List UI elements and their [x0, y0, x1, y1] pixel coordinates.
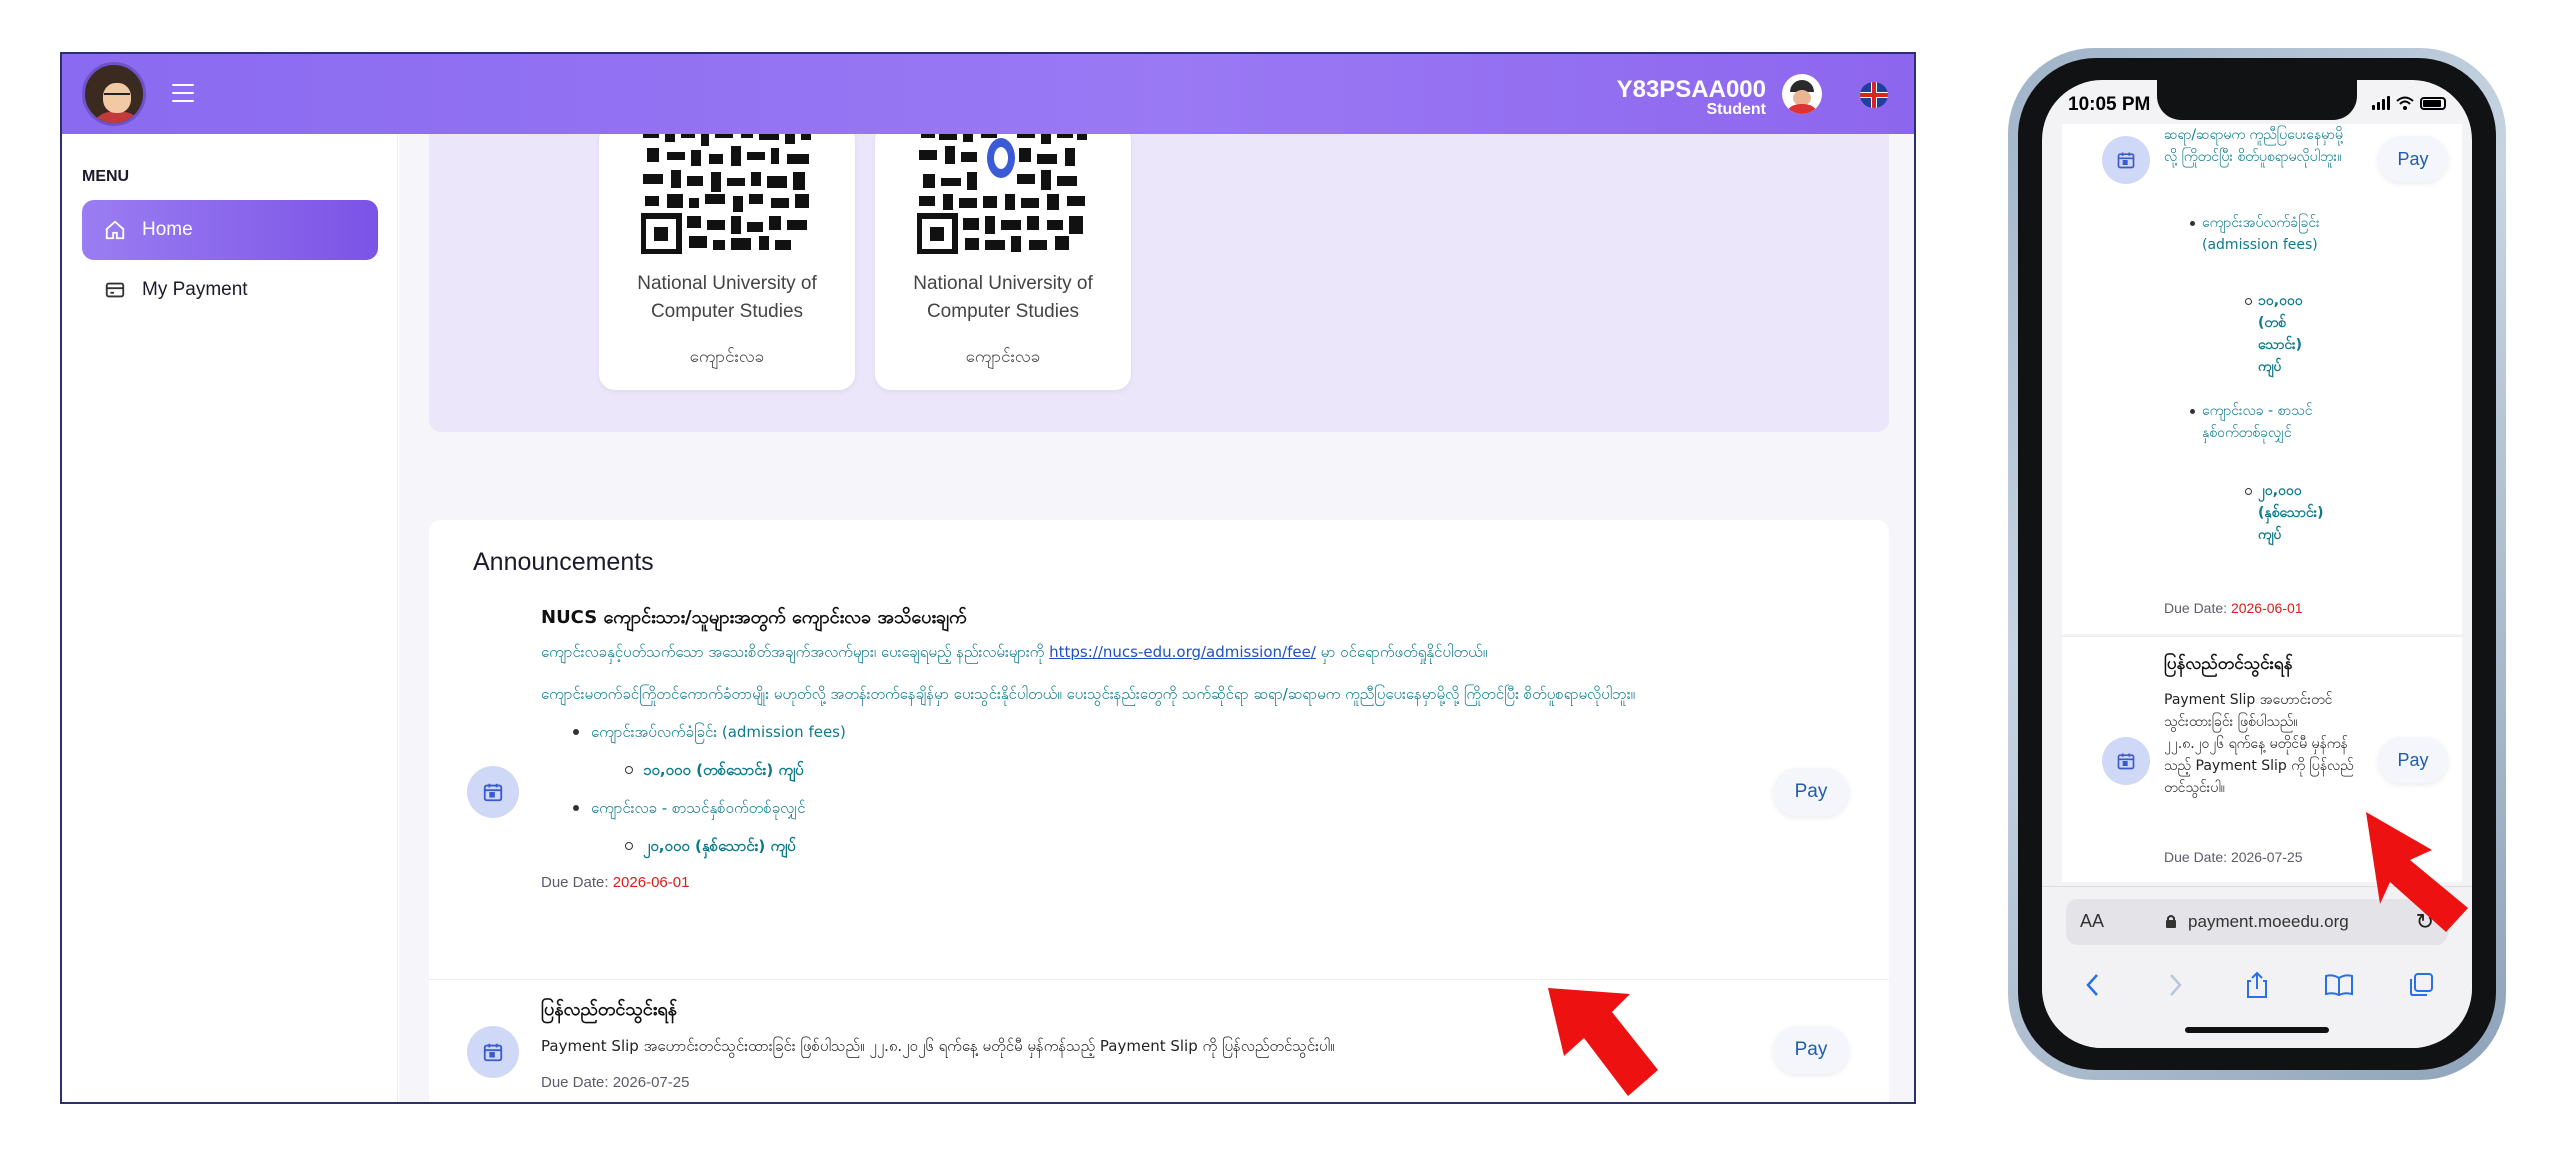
announcements-card: Announcements NUCS ကျောင်းသား/သူများအတွက…: [429, 520, 1889, 1102]
app-logo-avatar[interactable]: [82, 62, 146, 126]
announcement-item: NUCS ကျောင်းသား/သူများအတွက် ကျောင်းလခ အသ…: [429, 604, 1889, 980]
qr-card[interactable]: National University of Computer Studies …: [599, 134, 855, 390]
due-date-label: Due Date:: [2164, 600, 2228, 616]
main-content: National University of Computer Studies …: [399, 134, 1914, 1102]
due-date-value: 2026-07-25: [2230, 849, 2303, 865]
calendar-icon: [467, 1026, 519, 1078]
mobile-announcement-card: ဆရာ/ဆရာမက ကူညီပြပေးနေမှာမို့လို့ ကြိုတင်…: [2062, 124, 2462, 634]
sidebar-item-label: My Payment: [142, 279, 248, 300]
top-bar: Y83PSAA000 Student: [62, 54, 1914, 134]
battery-icon: [2420, 96, 2446, 110]
announcement-heading: ပြန်လည်တင်သွင်းရန်: [2164, 654, 2293, 674]
user-role: Student: [1706, 101, 1766, 118]
status-icons: [2372, 96, 2446, 110]
sidebar-item-my-payment[interactable]: My Payment: [82, 260, 378, 320]
wifi-icon: [2396, 96, 2414, 110]
qr-card-name: National University of Computer Studies: [913, 273, 1093, 322]
announcement-paragraph: ကျောင်းလခနှင့်ပတ်သက်သော အသေးစိတ်အချက်အလက…: [541, 640, 1721, 664]
pay-button[interactable]: Pay: [2378, 136, 2448, 182]
due-date-label: Due Date:: [541, 1074, 609, 1091]
qr-code-image: [917, 134, 1089, 254]
sidebar: MENU Home My Payment: [62, 134, 398, 1102]
sidebar-item-label: Home: [142, 219, 193, 240]
pay-button[interactable]: Pay: [2378, 737, 2448, 783]
due-date-value: 2026-06-01: [612, 874, 690, 891]
announcement-body: NUCS ကျောင်းသား/သူများအတွက် ကျောင်းလခ အသ…: [541, 604, 1721, 894]
bookmarks-icon[interactable]: [2319, 965, 2359, 1005]
share-icon[interactable]: [2237, 965, 2277, 1005]
hamburger-menu-icon[interactable]: [172, 84, 194, 102]
list-item: ကျောင်းလခ - စာသင်နှစ်ဝက်တစ်ခုလျှင်: [573, 796, 1721, 820]
list-item: ကျောင်းအပ်လက်ခံခြင်း (admission fees): [573, 720, 1721, 744]
red-arrow-annotation: [2366, 812, 2468, 932]
paragraph-text: ကျောင်းလခနှင့်ပတ်သက်သော အသေးစိတ်အချက်အလက…: [541, 643, 1045, 661]
announcements-title: Announcements: [473, 548, 654, 576]
status-time: 10:05 PM: [2068, 94, 2151, 115]
list-item-sub: ၂၀,၀၀၀ (နှစ်သောင်း) ကျပ်: [625, 834, 1721, 858]
calendar-icon: [2102, 136, 2150, 184]
due-date: Due Date: 2026-06-01: [541, 872, 1721, 894]
list-item: ကျောင်းအပ်လက်ခံခြင်း (admission fees): [2190, 212, 2342, 256]
fee-info-link[interactable]: https://nucs-edu.org/admission/fee/: [1049, 643, 1316, 661]
announcement-item: ပြန်လည်တင်သွင်းရန် Payment Slip အဟောင်းတ…: [429, 980, 1889, 1102]
announcement-paragraph: Payment Slip အဟောင်းတင်သွင်းထားခြင်း ဖြစ…: [2164, 692, 2354, 796]
calendar-icon: [467, 766, 519, 818]
language-flag-icon[interactable]: [1860, 82, 1888, 108]
desktop-window: Y83PSAA000 Student MENU Home My Payment: [60, 52, 1916, 1104]
menu-label: MENU: [82, 168, 130, 185]
qr-card-fee-type: ကျောင်းလခ: [689, 347, 765, 367]
announcement-paragraph: ဆရာ/ဆရာမက ကူညီပြပေးနေမှာမို့လို့ ကြိုတင်…: [2164, 127, 2343, 165]
calendar-icon: [2102, 737, 2150, 785]
qr-card-name: National University of Computer Studies: [637, 273, 817, 322]
lock-icon: [2166, 915, 2177, 928]
phone-notch: [2157, 80, 2357, 120]
pay-button[interactable]: Pay: [1773, 768, 1849, 816]
qr-code-image: [641, 134, 813, 254]
sidebar-item-home[interactable]: Home: [82, 200, 378, 260]
announcement-heading: NUCS ကျောင်းသား/သူများအတွက် ကျောင်းလခ အသ…: [541, 607, 967, 628]
home-icon: [105, 220, 125, 240]
user-avatar[interactable]: [1782, 74, 1822, 114]
pay-button[interactable]: Pay: [1773, 1026, 1849, 1074]
tabs-icon[interactable]: [2401, 965, 2441, 1005]
due-date: Due Date: 2026-07-25: [2164, 849, 2303, 865]
list-item-sub: ၁၀,၀၀၀ (တစ်သောင်း) ကျပ်: [625, 758, 1721, 782]
due-date-value: 2026-07-25: [612, 1074, 690, 1091]
user-id: Y83PSAA000: [1616, 76, 1766, 103]
qr-panel: National University of Computer Studies …: [429, 134, 1889, 432]
qr-card[interactable]: National University of Computer Studies …: [875, 134, 1131, 390]
back-icon[interactable]: [2073, 965, 2113, 1005]
qr-card-fee-type: ကျောင်းလခ: [965, 347, 1041, 367]
list-item-sub: ၁၀,၀၀၀ (တစ်သောင်း) ကျပ်: [2245, 290, 2328, 378]
url-text: payment.moeedu.org: [2188, 912, 2349, 931]
list-item-sub: ၂၀,၀၀၀ (နှစ်သောင်း) ကျပ်: [2245, 480, 2328, 546]
due-date-label: Due Date:: [2164, 849, 2228, 865]
cellular-signal-icon: [2372, 96, 2390, 110]
announcement-paragraph: ကျောင်းမတက်ခင်ကြိုတင်ကောက်ခံတာမျိုး မဟုတ…: [541, 685, 1636, 703]
red-arrow-annotation: [1548, 988, 1658, 1096]
forward-icon[interactable]: [2155, 965, 2195, 1005]
browser-toolbar: [2042, 965, 2472, 1005]
wallet-icon: [105, 282, 125, 298]
due-date-label: Due Date:: [541, 874, 609, 891]
due-date: Due Date: 2026-06-01: [2164, 600, 2303, 616]
paragraph-text: မှာ ဝင်ရောက်ဖတ်ရှုနိုင်ပါတယ်။: [1320, 643, 1488, 661]
home-indicator: [2185, 1027, 2329, 1033]
due-date-value: 2026-06-01: [2230, 600, 2303, 616]
list-item: ကျောင်းလခ - စာသင်နှစ်ဝက်တစ်ခုလျှင်: [2190, 400, 2342, 444]
user-info: Y83PSAA000 Student: [1617, 78, 1766, 118]
